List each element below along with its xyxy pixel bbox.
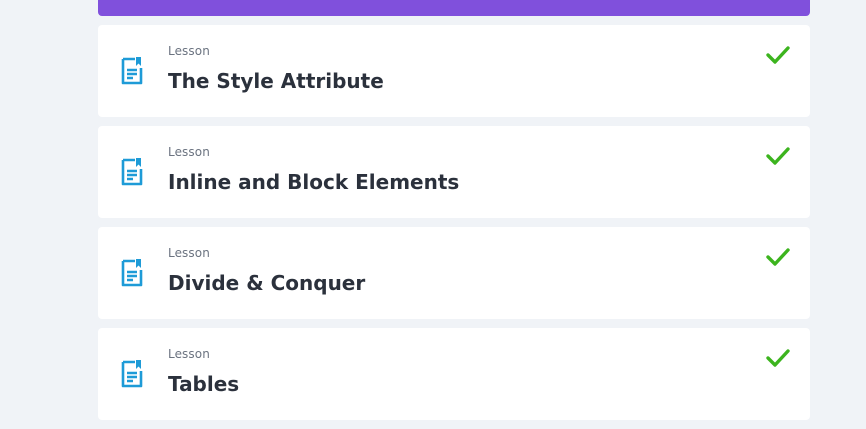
document-icon [121,360,143,388]
section-header-bar[interactable] [98,0,810,16]
lesson-card[interactable]: Lesson Inline and Block Elements [98,126,810,218]
checkmark-icon [766,349,790,367]
document-icon [121,57,143,85]
lesson-type-label: Lesson [168,145,210,159]
lesson-title[interactable]: Divide & Conquer [168,271,365,295]
lesson-card[interactable]: Lesson Divide & Conquer [98,227,810,319]
lesson-type-label: Lesson [168,246,210,260]
checkmark-icon [766,147,790,165]
document-icon [121,158,143,186]
lesson-title[interactable]: Inline and Block Elements [168,170,459,194]
checkmark-icon [766,248,790,266]
checkmark-icon [766,46,790,64]
lesson-type-label: Lesson [168,347,210,361]
lesson-card[interactable]: Lesson Tables [98,328,810,420]
lesson-type-label: Lesson [168,44,210,58]
document-icon [121,259,143,287]
lesson-list: Lesson The Style Attribute Lesson Inline… [98,25,810,429]
lesson-title[interactable]: Tables [168,372,239,396]
lesson-title[interactable]: The Style Attribute [168,69,384,93]
lesson-card[interactable]: Lesson The Style Attribute [98,25,810,117]
